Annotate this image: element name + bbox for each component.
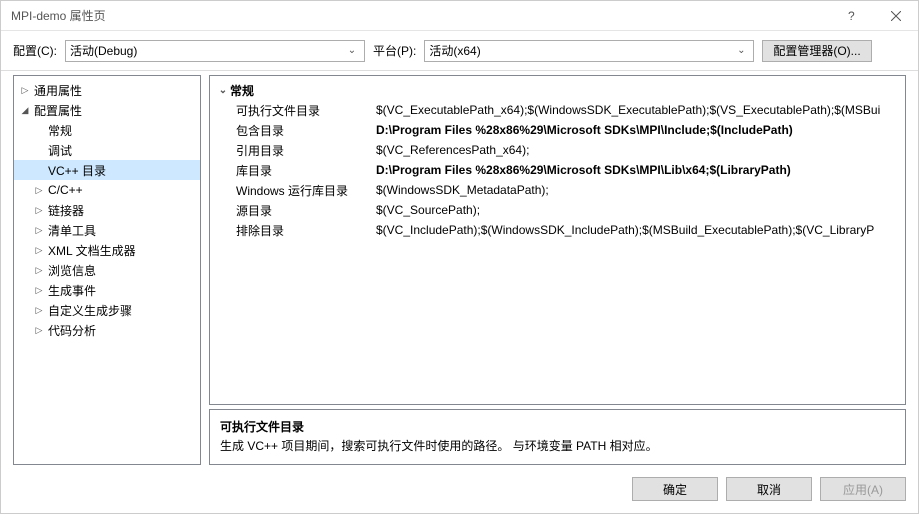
property-value: $(VC_SourcePath); (376, 203, 899, 217)
tree-toggle-icon: ▷ (18, 83, 32, 97)
cancel-button[interactable]: 取消 (726, 477, 812, 501)
ok-label: 确定 (663, 481, 687, 498)
property-row[interactable]: 包含目录D:\Program Files %28x86%29\Microsoft… (216, 120, 899, 140)
apply-label: 应用(A) (843, 481, 883, 498)
window-title: MPI-demo 属性页 (11, 7, 106, 24)
titlebar-buttons: ? (828, 1, 918, 31)
tree-item[interactable]: 调试 (14, 140, 200, 160)
tree-toggle-icon (32, 163, 46, 177)
config-label: 配置(C): (13, 42, 57, 59)
tree-item-label: 清单工具 (46, 222, 96, 239)
properties-dialog: MPI-demo 属性页 ? 配置(C): 活动(Debug) ⌄ 平台(P):… (0, 0, 919, 514)
footer: 确定 取消 应用(A) (1, 465, 918, 513)
tree-item-label: 代码分析 (46, 322, 96, 339)
tree-toggle-icon: ▷ (32, 303, 46, 317)
tree-toggle-icon (32, 143, 46, 157)
svg-text:?: ? (848, 9, 855, 23)
tree-item-label: 自定义生成步骤 (46, 302, 132, 319)
config-manager-button[interactable]: 配置管理器(O)... (762, 40, 871, 62)
property-name: 源目录 (236, 202, 376, 219)
tree-item-label: 配置属性 (32, 102, 82, 119)
right-pane: ⌄ 常规 可执行文件目录$(VC_ExecutablePath_x64);$(W… (209, 75, 906, 465)
chevron-down-icon: ⌄ (733, 45, 749, 56)
tree-item-label: 生成事件 (46, 282, 96, 299)
property-row[interactable]: Windows 运行库目录$(WindowsSDK_MetadataPath); (216, 180, 899, 200)
platform-label: 平台(P): (373, 42, 416, 59)
tree-item[interactable]: ▷通用属性 (14, 80, 200, 100)
group-label: 常规 (230, 82, 254, 99)
group-header[interactable]: ⌄ 常规 (216, 80, 899, 100)
property-row[interactable]: 源目录$(VC_SourcePath); (216, 200, 899, 220)
titlebar: MPI-demo 属性页 ? (1, 1, 918, 31)
tree-item[interactable]: ▷C/C++ (14, 180, 200, 200)
property-value: D:\Program Files %28x86%29\Microsoft SDK… (376, 123, 899, 137)
description-panel: 可执行文件目录 生成 VC++ 项目期间，搜索可执行文件时使用的路径。 与环境变… (209, 409, 906, 465)
tree-item[interactable]: 常规 (14, 120, 200, 140)
cancel-label: 取消 (757, 481, 781, 498)
tree-toggle-icon: ▷ (32, 223, 46, 237)
description-text: 生成 VC++ 项目期间，搜索可执行文件时使用的路径。 与环境变量 PATH 相… (220, 437, 895, 454)
tree-item-label: C/C++ (46, 183, 83, 197)
property-value: $(VC_ExecutablePath_x64);$(WindowsSDK_Ex… (376, 103, 899, 117)
close-button[interactable] (873, 1, 918, 31)
property-name: 可执行文件目录 (236, 102, 376, 119)
tree-toggle-icon: ▷ (32, 283, 46, 297)
config-combo[interactable]: 活动(Debug) ⌄ (65, 40, 365, 62)
tree-toggle-icon: ▷ (32, 203, 46, 217)
property-name: Windows 运行库目录 (236, 182, 376, 199)
chevron-down-icon: ⌄ (344, 45, 360, 56)
tree-item[interactable]: ▷链接器 (14, 200, 200, 220)
config-value: 活动(Debug) (70, 42, 344, 59)
tree-toggle-icon (32, 123, 46, 137)
description-title: 可执行文件目录 (220, 418, 895, 435)
property-name: 排除目录 (236, 222, 376, 239)
apply-button[interactable]: 应用(A) (820, 477, 906, 501)
tree-item-label: 链接器 (46, 202, 84, 219)
nav-tree[interactable]: ▷通用属性◢配置属性常规调试VC++ 目录▷C/C++▷链接器▷清单工具▷XML… (13, 75, 201, 465)
tree-item[interactable]: ◢配置属性 (14, 100, 200, 120)
tree-item-label: 浏览信息 (46, 262, 96, 279)
platform-combo[interactable]: 活动(x64) ⌄ (424, 40, 754, 62)
property-name: 包含目录 (236, 122, 376, 139)
tree-item[interactable]: ▷浏览信息 (14, 260, 200, 280)
tree-item[interactable]: ▷自定义生成步骤 (14, 300, 200, 320)
property-value: $(VC_ReferencesPath_x64); (376, 143, 899, 157)
tree-item-label: XML 文档生成器 (46, 242, 136, 259)
property-grid: ⌄ 常规 可执行文件目录$(VC_ExecutablePath_x64);$(W… (209, 75, 906, 405)
collapse-icon: ⌄ (216, 85, 230, 96)
tree-toggle-icon: ◢ (18, 103, 32, 117)
tree-item[interactable]: ▷清单工具 (14, 220, 200, 240)
property-value: D:\Program Files %28x86%29\Microsoft SDK… (376, 163, 899, 177)
help-button[interactable]: ? (828, 1, 873, 31)
toolbar: 配置(C): 活动(Debug) ⌄ 平台(P): 活动(x64) ⌄ 配置管理… (1, 31, 918, 71)
tree-item-label: 常规 (46, 122, 72, 139)
config-manager-label: 配置管理器(O)... (773, 42, 860, 59)
tree-item[interactable]: ▷生成事件 (14, 280, 200, 300)
property-value: $(WindowsSDK_MetadataPath); (376, 183, 899, 197)
property-row[interactable]: 引用目录$(VC_ReferencesPath_x64); (216, 140, 899, 160)
close-icon (891, 11, 901, 21)
property-value: $(VC_IncludePath);$(WindowsSDK_IncludePa… (376, 223, 899, 237)
tree-toggle-icon: ▷ (32, 323, 46, 337)
property-row[interactable]: 库目录D:\Program Files %28x86%29\Microsoft … (216, 160, 899, 180)
help-icon: ? (846, 9, 856, 23)
property-row[interactable]: 可执行文件目录$(VC_ExecutablePath_x64);$(Window… (216, 100, 899, 120)
platform-value: 活动(x64) (429, 42, 733, 59)
tree-item-label: 调试 (46, 142, 72, 159)
property-row[interactable]: 排除目录$(VC_IncludePath);$(WindowsSDK_Inclu… (216, 220, 899, 240)
tree-item[interactable]: ▷代码分析 (14, 320, 200, 340)
property-name: 库目录 (236, 162, 376, 179)
tree-item[interactable]: ▷XML 文档生成器 (14, 240, 200, 260)
tree-toggle-icon: ▷ (32, 243, 46, 257)
ok-button[interactable]: 确定 (632, 477, 718, 501)
tree-item-label: 通用属性 (32, 82, 82, 99)
content: ▷通用属性◢配置属性常规调试VC++ 目录▷C/C++▷链接器▷清单工具▷XML… (1, 75, 918, 465)
tree-toggle-icon: ▷ (32, 183, 46, 197)
property-name: 引用目录 (236, 142, 376, 159)
tree-item[interactable]: VC++ 目录 (14, 160, 200, 180)
property-group: ⌄ 常规 可执行文件目录$(VC_ExecutablePath_x64);$(W… (210, 76, 905, 240)
tree-item-label: VC++ 目录 (46, 162, 106, 179)
tree-toggle-icon: ▷ (32, 263, 46, 277)
